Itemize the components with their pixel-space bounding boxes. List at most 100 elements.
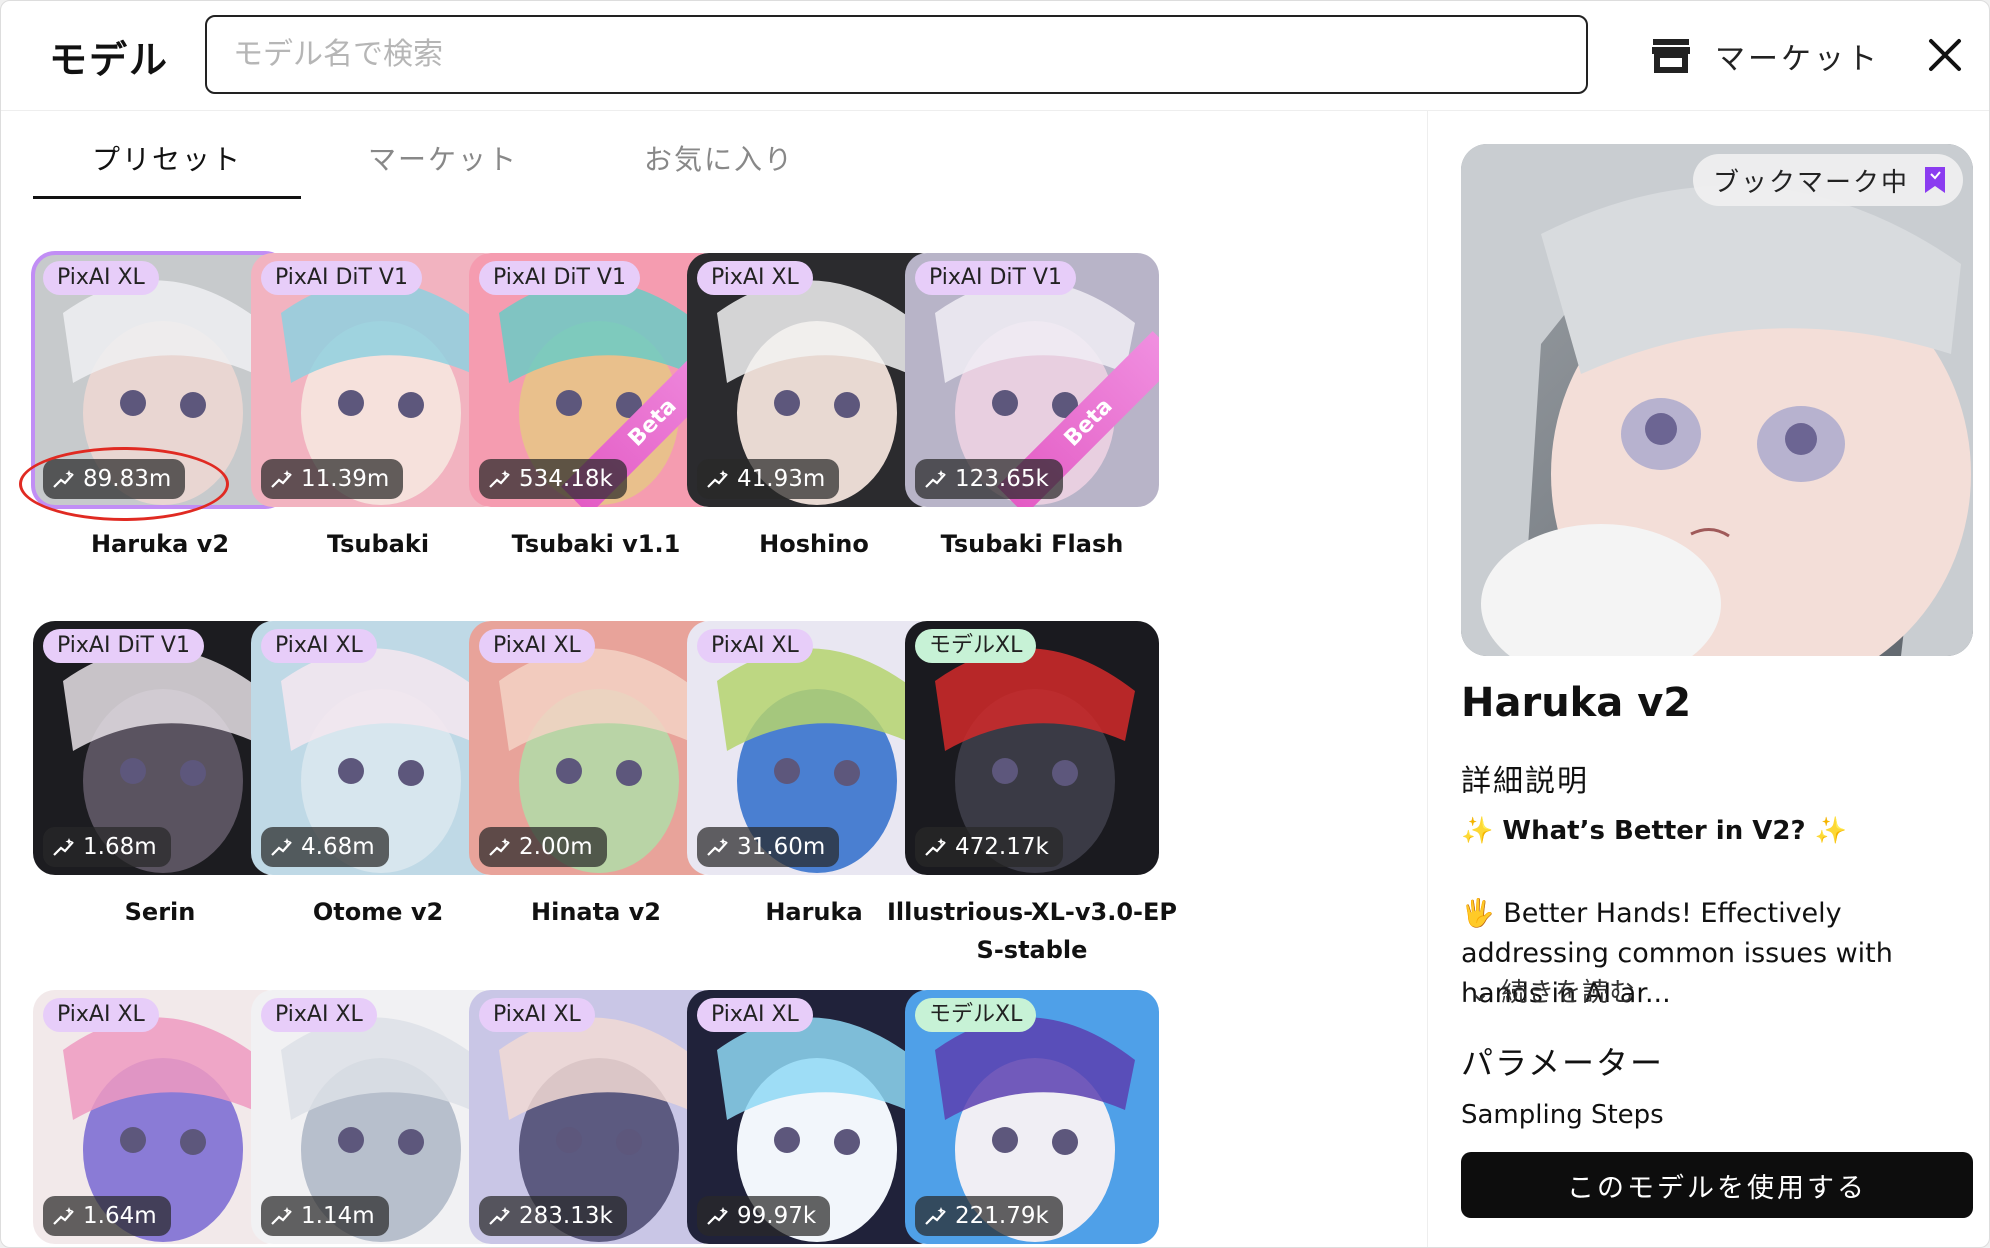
model-type-badge: PixAI XL bbox=[43, 997, 159, 1032]
usage-count: 2.00m bbox=[479, 827, 607, 868]
usage-count-value: 89.83m bbox=[83, 466, 172, 492]
model-thumbnail: PixAI XL 41.93m bbox=[687, 253, 941, 507]
sparkle-chart-icon bbox=[489, 470, 510, 488]
sparkle-chart-icon bbox=[707, 470, 728, 488]
sparkle-chart-icon bbox=[271, 470, 292, 488]
model-detail-panel: ブックマーク中 Haruka v2 詳細説明 ✨ What’s Better i… bbox=[1461, 144, 1973, 1247]
usage-count: 4.68m bbox=[261, 827, 389, 868]
close-icon[interactable] bbox=[1925, 35, 1965, 75]
model-name: Tsubaki Flash bbox=[940, 530, 1124, 558]
usage-count-value: 123.65k bbox=[955, 466, 1049, 492]
model-type-badge: PixAI DiT V1 bbox=[261, 261, 422, 295]
tab-presets[interactable]: プリセット bbox=[33, 121, 301, 199]
model-type-badge: モデルXL bbox=[915, 997, 1037, 1032]
usage-count: 534.18k bbox=[479, 459, 627, 499]
read-more-label: 続きを読む bbox=[1501, 978, 1637, 1008]
market-button-label: マーケット bbox=[1715, 42, 1880, 77]
usage-count: 99.97k bbox=[697, 1195, 831, 1236]
model-thumbnail: PixAI XL 31.60m bbox=[687, 621, 941, 876]
description-section-label: 詳細説明 bbox=[1461, 764, 1589, 799]
model-name: Illustrious-XL-v3.0-EPS-stable bbox=[886, 898, 1177, 965]
preview-illustration bbox=[1461, 144, 1973, 656]
model-thumbnail: PixAI XL 283.13k bbox=[469, 989, 723, 1244]
usage-count: 31.60m bbox=[697, 827, 840, 868]
model-type-badge: PixAI XL bbox=[261, 997, 377, 1032]
sparkle-chart-icon bbox=[53, 838, 74, 857]
sparkle-chart-icon bbox=[271, 1206, 292, 1225]
panel-divider bbox=[1427, 111, 1428, 1247]
dialog-title: モデル bbox=[49, 38, 170, 82]
usage-count: 1.64m bbox=[43, 1195, 171, 1236]
model-grid: PixAI XL 89.83m Haruka v2 PixAI DiT V1 11.39… bbox=[19, 251, 1413, 1247]
usage-count-value: 4.68m bbox=[301, 834, 375, 861]
usage-count: 472.17k bbox=[915, 827, 1063, 868]
tab-favorites[interactable]: お気に入り bbox=[585, 121, 853, 199]
model-thumbnail: PixAI DiT V1 11.39m bbox=[251, 253, 505, 507]
usage-count: 221.79k bbox=[915, 1195, 1063, 1236]
model-dialog: モデル マーケット プリセット マーケット お気に入り PixAI XL 89.8… bbox=[0, 0, 1990, 1248]
model-type-badge: PixAI XL bbox=[697, 261, 813, 295]
sparkle-chart-icon bbox=[489, 838, 510, 857]
tab-bar: プリセット マーケット お気に入り bbox=[33, 121, 1413, 201]
sparkle-chart-icon bbox=[925, 838, 946, 857]
model-type-badge: PixAI XL bbox=[479, 629, 595, 664]
usage-count: 11.39m bbox=[261, 459, 404, 499]
usage-count-value: 1.64m bbox=[83, 1202, 157, 1229]
usage-count-value: 221.79k bbox=[955, 1202, 1049, 1229]
model-thumbnail: モデルXL 221.79k bbox=[905, 989, 1159, 1244]
sparkle-chart-icon bbox=[489, 1206, 510, 1225]
model-thumbnail: PixAI DiT V1 Beta 534.18k bbox=[469, 253, 723, 507]
model-type-badge: PixAI DiT V1 bbox=[479, 261, 640, 295]
model-type-badge: PixAI DiT V1 bbox=[915, 261, 1076, 295]
model-thumbnail: PixAI XL 1.14m bbox=[251, 989, 505, 1244]
usage-count-value: 472.17k bbox=[955, 834, 1049, 861]
description-heading: ✨ What’s Better in V2? ✨ bbox=[1461, 816, 1848, 846]
model-search-input[interactable] bbox=[205, 15, 1588, 94]
store-icon bbox=[1652, 39, 1690, 73]
usage-count-value: 534.18k bbox=[519, 466, 613, 492]
usage-count: 41.93m bbox=[697, 459, 840, 499]
model-thumbnail: PixAI XL 4.68m bbox=[251, 621, 505, 876]
model-thumbnail: PixAI XL 1.64m bbox=[33, 989, 287, 1244]
model-type-badge: PixAI XL bbox=[261, 629, 377, 664]
usage-count-value: 1.14m bbox=[301, 1202, 375, 1229]
sparkle-chart-icon bbox=[53, 470, 74, 488]
model-preview-image: ブックマーク中 bbox=[1461, 144, 1973, 656]
model-type-badge: PixAI XL bbox=[479, 997, 595, 1032]
usage-count: 1.68m bbox=[43, 827, 171, 868]
bookmark-icon bbox=[1925, 167, 1945, 193]
read-more-link[interactable]: ⌄ 続きを読む bbox=[1469, 972, 1636, 1009]
market-button[interactable]: マーケット bbox=[1651, 31, 1880, 81]
usage-count-value: 1.68m bbox=[83, 834, 157, 861]
usage-count: 1.14m bbox=[261, 1195, 389, 1236]
sparkle-chart-icon bbox=[707, 1206, 728, 1225]
parameters-label: パラメーター bbox=[1461, 1044, 1665, 1082]
sparkle-chart-icon bbox=[925, 1206, 946, 1225]
tab-market[interactable]: マーケット bbox=[309, 121, 577, 199]
model-type-badge: PixAI XL bbox=[697, 629, 813, 664]
model-thumbnail: PixAI DiT V1 Beta 123.65k bbox=[905, 253, 1159, 507]
usage-count-value: 41.93m bbox=[737, 466, 826, 492]
usage-count-value: 99.97k bbox=[737, 1202, 817, 1229]
usage-count: 89.83m bbox=[43, 459, 186, 499]
model-thumbnail: PixAI DiT V1 1.68m bbox=[33, 621, 287, 876]
dialog-header: モデル マーケット bbox=[1, 1, 1989, 111]
model-title: Haruka v2 bbox=[1461, 680, 1692, 726]
model-type-badge: モデルXL bbox=[915, 629, 1037, 664]
sparkle-chart-icon bbox=[925, 470, 946, 488]
model-thumbnail: PixAI XL 2.00m bbox=[469, 621, 723, 876]
sparkle-chart-icon bbox=[53, 1206, 74, 1225]
usage-count-value: 2.00m bbox=[519, 834, 593, 861]
usage-count-value: 283.13k bbox=[519, 1202, 613, 1229]
model-thumbnail: PixAI XL 89.83m bbox=[31, 251, 289, 509]
model-type-badge: PixAI XL bbox=[43, 261, 159, 295]
sampling-steps-label: Sampling Steps bbox=[1461, 1100, 1664, 1130]
bookmark-button[interactable]: ブックマーク中 bbox=[1692, 154, 1963, 206]
use-model-button[interactable]: このモデルを使用する bbox=[1461, 1152, 1973, 1218]
sparkle-chart-icon bbox=[271, 838, 292, 857]
model-type-badge: PixAI XL bbox=[697, 997, 813, 1032]
chevron-down-icon: ⌄ bbox=[1469, 978, 1492, 1008]
usage-count: 123.65k bbox=[915, 459, 1063, 499]
model-thumbnail: PixAI XL 99.97k bbox=[687, 989, 941, 1244]
sparkle-chart-icon bbox=[707, 838, 728, 857]
